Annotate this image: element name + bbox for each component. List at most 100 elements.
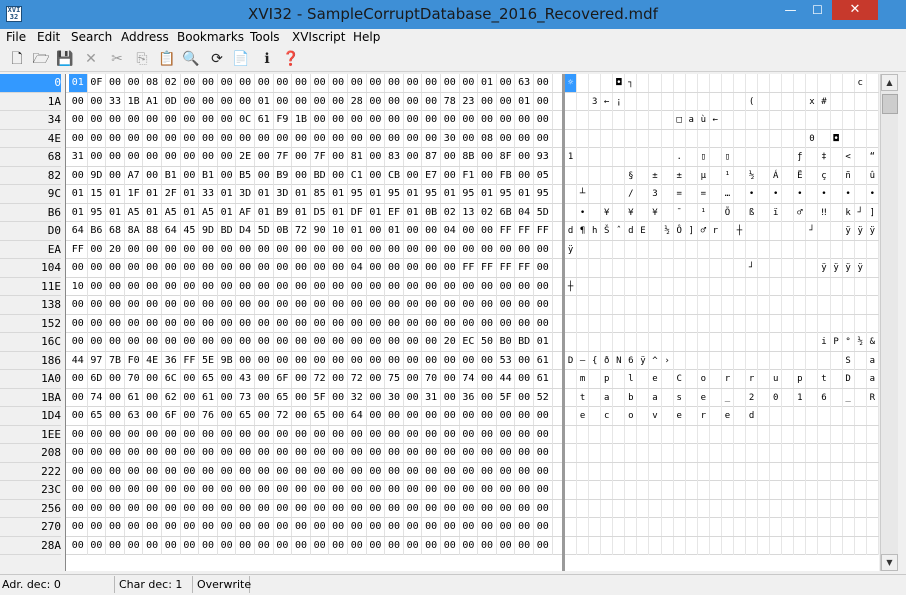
text-char[interactable] [710,407,722,425]
hex-byte[interactable]: 01 [255,185,274,203]
text-char[interactable] [855,351,867,370]
hex-byte[interactable]: B6 [88,222,107,240]
text-char[interactable]: ┘ [806,222,819,240]
text-char[interactable] [686,462,698,481]
text-char[interactable] [577,166,590,185]
text-char[interactable]: ½ [662,222,674,240]
hex-byte[interactable]: 00 [218,277,237,296]
text-char[interactable] [565,129,578,148]
text-char[interactable] [710,462,722,481]
hex-byte[interactable]: 00 [292,370,311,388]
text-char[interactable] [782,351,795,370]
hex-byte[interactable]: 00 [515,444,534,462]
text-char[interactable] [722,444,734,462]
text-char[interactable]: e [674,407,686,425]
text-char[interactable] [637,296,650,314]
hex-byte[interactable]: 93 [534,148,553,166]
hex-byte[interactable]: 00 [534,499,553,518]
hex-byte[interactable]: 50 [478,333,497,351]
hex-byte[interactable]: 00 [515,129,534,148]
text-char[interactable]: ◘ [831,129,843,148]
hex-byte[interactable]: 15 [88,185,107,203]
text-char[interactable] [794,240,807,259]
text-char[interactable] [734,314,747,333]
hex-byte[interactable]: 00 [181,129,200,148]
text-char[interactable] [698,425,710,444]
text-char[interactable] [662,314,674,333]
hex-byte[interactable]: 01 [367,185,386,203]
text-char[interactable] [722,499,734,518]
text-char[interactable] [686,351,698,370]
text-char[interactable] [698,333,710,351]
hex-byte[interactable]: 00 [329,536,348,555]
hex-byte[interactable]: 00 [181,462,200,481]
text-char[interactable] [734,370,747,388]
hex-byte[interactable]: 00 [478,518,497,536]
text-char[interactable] [662,536,674,555]
text-char[interactable] [577,536,590,555]
hex-byte[interactable]: 00 [404,259,423,277]
hex-byte[interactable]: 76 [199,407,218,425]
text-char[interactable] [770,148,783,166]
text-char[interactable] [746,240,759,259]
hex-byte[interactable]: 00 [441,462,460,481]
hex-byte[interactable]: 00 [515,425,534,444]
text-char[interactable] [746,296,759,314]
hex-byte[interactable]: FF [534,222,553,240]
text-char[interactable] [589,314,602,333]
hex-byte[interactable]: 00 [497,499,516,518]
text-char[interactable]: ð [601,351,614,370]
hex-byte[interactable]: 00 [88,462,107,481]
text-char[interactable] [831,499,843,518]
text-char[interactable] [625,462,638,481]
hex-byte[interactable]: 00 [143,111,162,129]
text-char[interactable] [649,296,662,314]
hex-byte[interactable]: 6F [274,370,293,388]
hex-byte[interactable]: 33 [199,185,218,203]
hex-byte[interactable]: 00 [404,148,423,166]
hex-byte[interactable]: 00 [255,240,274,259]
hex-byte[interactable]: 00 [441,425,460,444]
hex-byte[interactable]: 20 [441,333,460,351]
text-char[interactable] [855,111,867,129]
hex-byte[interactable]: 00 [255,129,274,148]
text-char[interactable]: 0 [770,388,783,407]
text-char[interactable]: ┘ [855,203,867,222]
text-char[interactable] [625,129,638,148]
hex-byte[interactable]: 00 [441,351,460,370]
hex-byte[interactable]: 00 [125,240,144,259]
hex-byte[interactable]: 00 [181,444,200,462]
text-char[interactable] [649,129,662,148]
text-char[interactable] [818,351,831,370]
hex-byte[interactable]: 00 [348,351,367,370]
text-char[interactable] [831,240,843,259]
hex-byte[interactable]: 88 [143,222,162,240]
text-char[interactable] [843,296,855,314]
hex-byte[interactable]: 5F [497,388,516,407]
text-char[interactable] [565,481,578,499]
text-char[interactable] [746,222,759,240]
cut-icon[interactable]: ✂ [108,50,126,68]
hex-byte[interactable]: A5 [162,203,181,222]
hex-byte[interactable]: 00 [218,111,237,129]
text-char[interactable] [843,129,855,148]
hex-byte[interactable]: 7F [311,148,330,166]
hex-byte[interactable]: 64 [348,407,367,425]
text-char[interactable] [625,111,638,129]
text-char[interactable] [782,425,795,444]
hex-byte[interactable]: 00 [88,444,107,462]
text-char[interactable] [746,351,759,370]
hex-byte[interactable]: 00 [311,277,330,296]
text-char[interactable]: 0 [806,129,819,148]
text-char[interactable] [698,74,710,92]
hex-byte[interactable]: 00 [106,129,125,148]
text-char[interactable]: t [818,370,831,388]
hex-byte[interactable]: 00 [143,481,162,499]
text-char[interactable] [589,129,602,148]
hex-byte[interactable]: 00 [385,536,404,555]
hex-byte[interactable]: 00 [478,166,497,185]
hex-byte[interactable]: 00 [236,351,255,370]
hex-byte[interactable]: 00 [218,481,237,499]
text-char[interactable] [710,499,722,518]
text-char[interactable] [649,518,662,536]
